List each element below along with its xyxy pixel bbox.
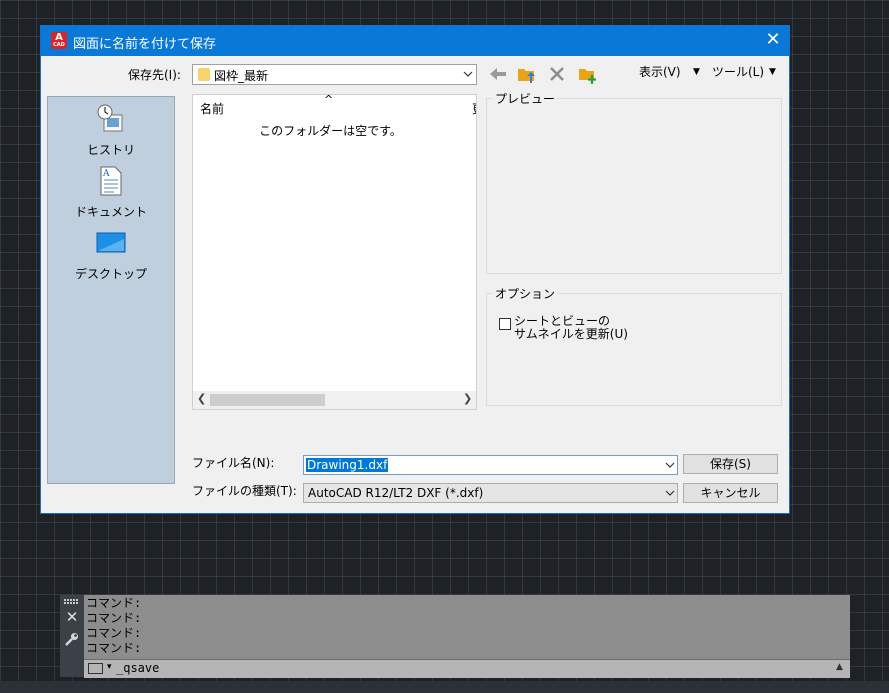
- file-list[interactable]: ^ 名前 更 このフォルダーは空です。 ❮ ❯: [192, 94, 477, 410]
- place-desktop-label: デスクトップ: [74, 267, 147, 281]
- horizontal-scrollbar[interactable]: ❮ ❯: [193, 391, 476, 409]
- back-arrow-icon[interactable]: [487, 64, 509, 84]
- options-group: オプション シートとビューの サムネイルを更新(U): [486, 285, 782, 406]
- scroll-thumb[interactable]: [210, 394, 325, 406]
- place-desktop[interactable]: デスクトップ: [48, 225, 174, 283]
- column-header-date[interactable]: 更: [472, 100, 476, 117]
- scroll-right-icon[interactable]: ❯: [463, 392, 472, 405]
- status-bar: [0, 681, 889, 693]
- preview-group: プレビュー: [486, 90, 782, 274]
- new-folder-icon[interactable]: [577, 63, 599, 85]
- empty-folder-message: このフォルダーは空です。: [259, 124, 402, 138]
- sort-arrow-icon: ^: [324, 94, 334, 106]
- command-line-grip[interactable]: ✕: [60, 595, 84, 677]
- command-input-bar[interactable]: ▾ _qsave ▲: [84, 659, 850, 678]
- places-bar: ヒストリ A ドキュメント デスクトップ: [47, 96, 175, 484]
- prompt-dropdown-icon[interactable]: ▾: [107, 662, 112, 672]
- place-history[interactable]: ヒストリ: [48, 101, 174, 159]
- up-folder-icon[interactable]: [516, 63, 538, 85]
- view-menu-arrow-icon[interactable]: ▼: [693, 67, 700, 77]
- svg-text:A: A: [102, 169, 110, 179]
- documents-icon: A: [100, 166, 122, 196]
- preview-label: プレビュー: [493, 90, 558, 107]
- history-up-icon[interactable]: ▲: [836, 662, 843, 672]
- grip-icon[interactable]: [64, 599, 80, 605]
- wrench-icon[interactable]: [65, 632, 79, 646]
- place-history-label: ヒストリ: [86, 143, 135, 157]
- scroll-left-icon[interactable]: ❮: [197, 392, 206, 405]
- app-icon-sublabel: CAD: [53, 42, 65, 48]
- save-in-label: 保存先(I):: [128, 68, 181, 82]
- folder-icon: [198, 68, 210, 81]
- title-bar[interactable]: A CAD 図面に名前を付けて保存 ✕: [41, 26, 789, 56]
- command-history-line: コマンド:: [86, 626, 142, 640]
- command-history: コマンド: コマンド: コマンド: コマンド:: [86, 596, 141, 656]
- chevron-down-icon: [463, 71, 473, 77]
- command-input[interactable]: _qsave: [116, 660, 159, 677]
- update-thumbnails-checkbox[interactable]: [499, 318, 511, 330]
- file-name-label: ファイル名(N):: [192, 456, 275, 470]
- file-name-input[interactable]: Drawing1.dxf: [303, 455, 678, 475]
- view-menu[interactable]: 表示(V): [639, 63, 681, 80]
- command-history-line: コマンド:: [86, 641, 142, 655]
- save-button[interactable]: 保存(S): [683, 454, 778, 474]
- update-thumbnails-label[interactable]: シートとビューの サムネイルを更新(U): [514, 315, 714, 341]
- command-history-line: コマンド:: [86, 596, 142, 610]
- place-documents-label: ドキュメント: [74, 205, 147, 219]
- history-icon: [97, 104, 123, 132]
- tools-menu[interactable]: ツール(L): [712, 63, 764, 80]
- save-in-dropdown[interactable]: 図枠_最新: [192, 64, 477, 85]
- file-type-label: ファイルの種類(T):: [192, 484, 297, 498]
- dialog-title: 図面に名前を付けて保存: [73, 37, 217, 52]
- file-type-dropdown[interactable]: AutoCAD R12/LT2 DXF (*.dxf): [303, 483, 678, 503]
- column-header-name[interactable]: 名前: [200, 100, 224, 117]
- command-prompt-icon[interactable]: [88, 663, 103, 674]
- chevron-down-icon[interactable]: [665, 488, 675, 498]
- cancel-button[interactable]: キャンセル: [683, 483, 778, 503]
- tools-menu-arrow-icon[interactable]: ▼: [769, 67, 776, 77]
- desktop-icon: [96, 232, 126, 253]
- folder-name: 図枠_最新: [214, 69, 269, 83]
- command-line-close-icon[interactable]: ✕: [60, 608, 84, 626]
- command-history-line: コマンド:: [86, 611, 142, 625]
- file-type-value: AutoCAD R12/LT2 DXF (*.dxf): [308, 486, 484, 500]
- chevron-down-icon[interactable]: [665, 460, 675, 470]
- delete-icon[interactable]: [546, 63, 568, 85]
- file-name-value[interactable]: Drawing1.dxf: [306, 458, 389, 472]
- options-label: オプション: [493, 285, 558, 302]
- command-line-panel: ✕ コマンド: コマンド: コマンド: コマンド: ▾ _qsave ▲: [60, 595, 850, 678]
- autocad-app-icon: A CAD: [51, 32, 67, 49]
- save-drawing-dialog: A CAD 図面に名前を付けて保存 ✕ 保存先(I): 図枠_最新 表示(V) …: [40, 25, 790, 514]
- place-documents[interactable]: A ドキュメント: [48, 163, 174, 221]
- close-button[interactable]: ✕: [761, 29, 785, 53]
